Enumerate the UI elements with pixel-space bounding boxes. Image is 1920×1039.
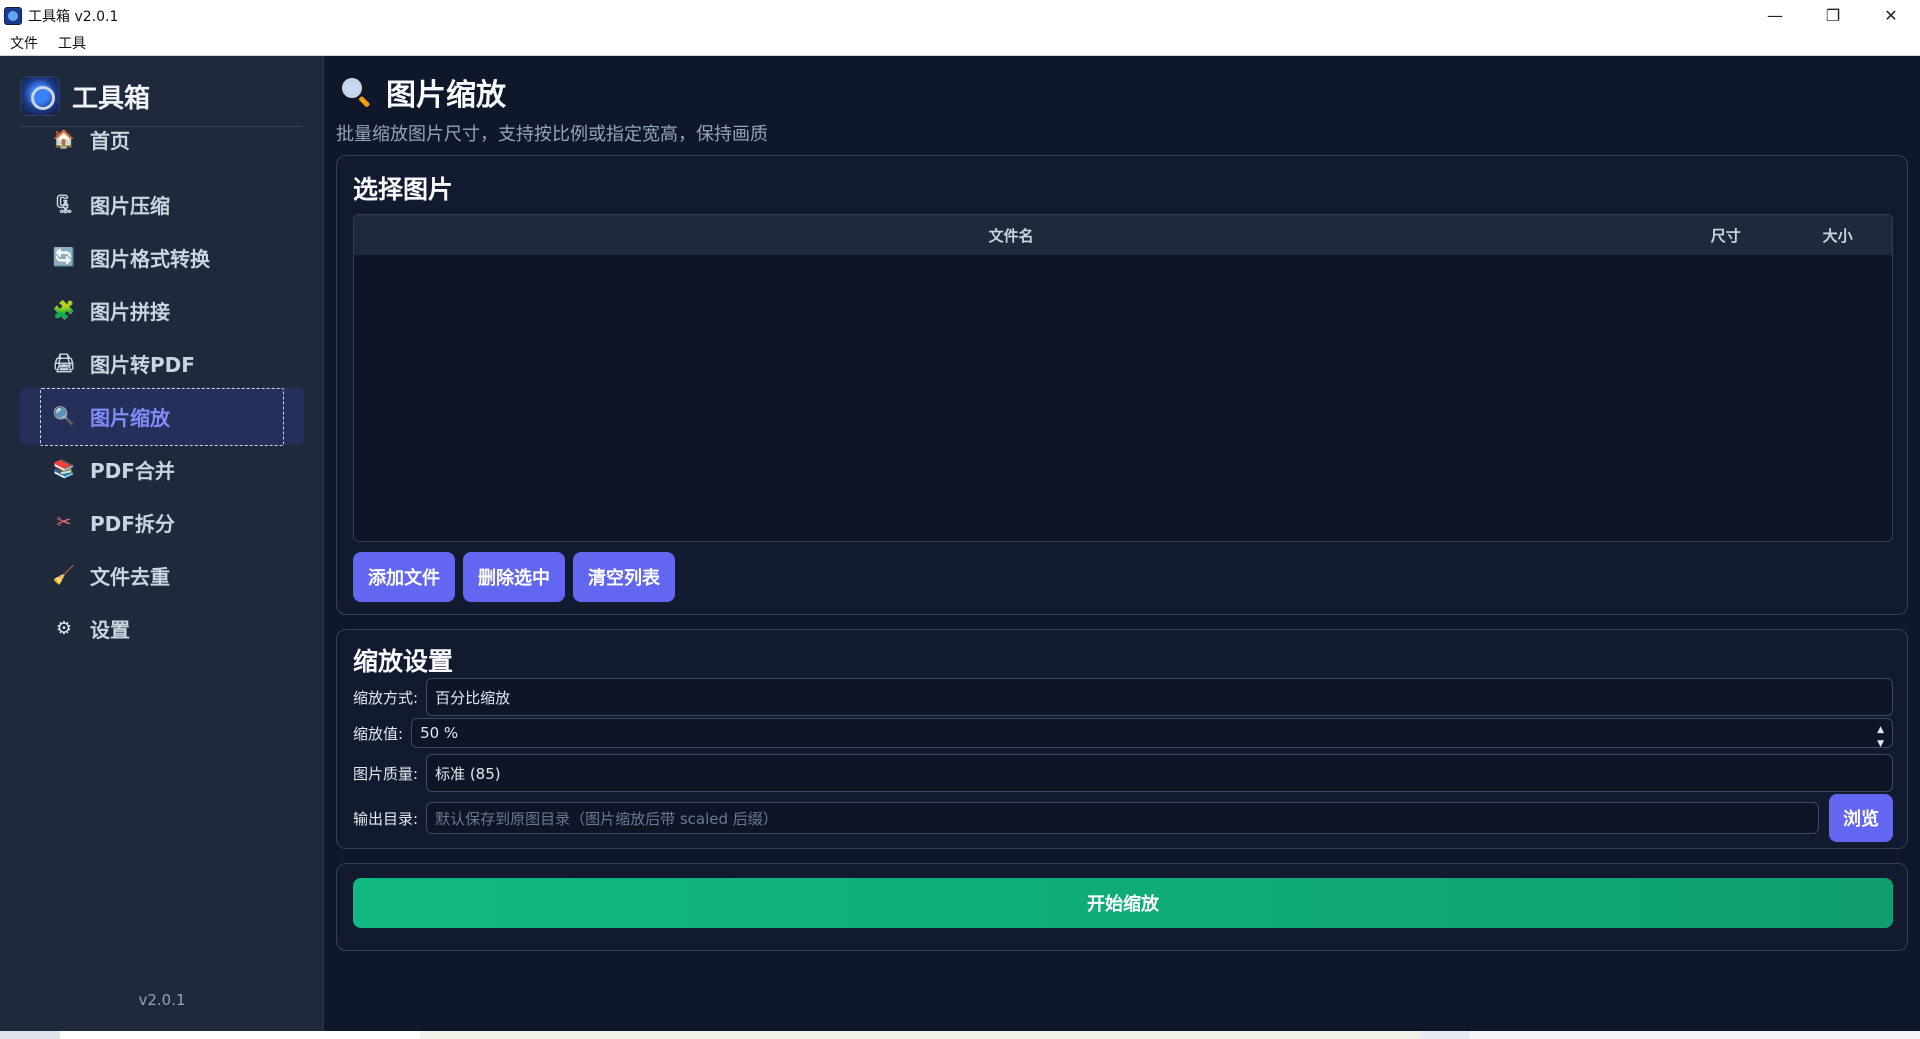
clear-list-button[interactable]: 清空列表	[573, 552, 675, 602]
sidebar-item-pdf-split[interactable]: ✂ PDF拆分	[20, 493, 304, 551]
sidebar-item-dedupe[interactable]: 🧹 文件去重	[20, 546, 304, 604]
quality-select[interactable]: 标准 (85)	[426, 754, 1893, 792]
add-files-button[interactable]: 添加文件	[353, 552, 455, 602]
sidebar-item-label: PDF拆分	[90, 511, 175, 536]
select-images-title: 选择图片	[353, 175, 454, 204]
restore-button[interactable]: ❐	[1804, 0, 1862, 31]
sidebar-item-label: 设置	[90, 617, 130, 642]
sidebar-item-image-to-pdf[interactable]: 🖨 图片转PDF	[20, 334, 304, 392]
resize-settings-title: 缩放设置	[353, 647, 454, 676]
brand-name: 工具箱	[72, 83, 151, 114]
printer-icon: 🖨	[52, 352, 76, 374]
output-dir-input[interactable]: 默认保存到原图目录（图片缩放后带 scaled 后缀）	[426, 802, 1819, 834]
table-body[interactable]	[354, 255, 1892, 541]
sidebar-item-home[interactable]: 🏠 首页	[20, 110, 304, 168]
output-label: 输出目录:	[353, 809, 419, 828]
menu-tools[interactable]: 工具	[48, 33, 96, 53]
file-table[interactable]: 文件名 尺寸 大小	[353, 214, 1893, 542]
table-header: 文件名 尺寸 大小	[354, 215, 1892, 255]
gear-icon: ⚙	[55, 617, 73, 639]
broom-icon: 🧹	[52, 564, 76, 586]
mode-row: 缩放方式: 百分比缩放	[353, 678, 1893, 716]
sidebar-item-image-resize[interactable]: 🔍 图片缩放	[20, 387, 304, 446]
sidebar-item-pdf-merge[interactable]: 📚 PDF合并	[20, 440, 304, 498]
window-title: 工具箱 v2.0.1	[28, 8, 119, 25]
close-button[interactable]: ✕	[1862, 0, 1920, 31]
scissors-icon: ✂	[56, 511, 72, 533]
output-row: 输出目录: 默认保存到原图目录（图片缩放后带 scaled 后缀） 浏览	[353, 794, 1893, 842]
taskbar-peek	[0, 1031, 1920, 1039]
browse-button[interactable]: 浏览	[1829, 794, 1893, 842]
sidebar-item-label: 图片格式转换	[90, 246, 210, 271]
sidebar-item-label: 文件去重	[90, 564, 170, 589]
sidebar-item-label: 图片转PDF	[90, 352, 195, 377]
page-title: 图片缩放	[340, 70, 506, 114]
select-images-card: 选择图片 文件名 尺寸 大小 添加文件 删除选中 清空列表	[336, 155, 1908, 615]
resize-settings-card: 缩放设置 缩放方式: 百分比缩放 缩放值: 50 % ▲ ▼ 图片质量: 标准 …	[336, 629, 1908, 849]
value-label: 缩放值:	[353, 724, 404, 743]
sidebar-item-image-compress[interactable]: 🗜 图片压缩	[20, 175, 304, 233]
start-card: 开始缩放	[336, 863, 1908, 951]
resize-value-spinbox[interactable]: 50 % ▲ ▼	[411, 718, 1893, 751]
sidebar-item-image-stitch[interactable]: 🧩 图片拼接	[20, 281, 304, 339]
value-row: 缩放值: 50 % ▲ ▼	[353, 718, 1893, 751]
main-content: 图片缩放 批量缩放图片尺寸，支持按比例或指定宽高，保持画质 选择图片 文件名 尺…	[324, 56, 1920, 1031]
spin-down-icon[interactable]: ▼	[1877, 737, 1884, 751]
title-bar: 工具箱 v2.0.1 — ❐ ✕	[0, 0, 1920, 31]
app-icon	[4, 6, 22, 25]
page-subtitle: 批量缩放图片尺寸，支持按比例或指定宽高，保持画质	[336, 124, 768, 145]
convert-icon: 🔄	[52, 246, 76, 268]
resize-mode-select[interactable]: 百分比缩放	[426, 678, 1893, 716]
puzzle-icon: 🧩	[52, 299, 76, 321]
quality-row: 图片质量: 标准 (85)	[353, 754, 1893, 792]
sidebar-item-label: PDF合并	[90, 458, 175, 483]
menu-bar: 文件 工具	[0, 31, 1920, 56]
column-header-dimensions[interactable]: 尺寸	[1668, 225, 1783, 246]
focus-ring	[40, 388, 284, 446]
window-controls: — ❐ ✕	[1746, 0, 1920, 31]
stack-icon: 📚	[52, 458, 76, 480]
spin-up-icon[interactable]: ▲	[1877, 723, 1884, 737]
spin-buttons: ▲ ▼	[1877, 723, 1884, 751]
mode-label: 缩放方式:	[353, 688, 419, 707]
resize-value-text: 50 %	[420, 724, 459, 742]
magnifier-icon	[340, 76, 372, 108]
quality-label: 图片质量:	[353, 764, 419, 783]
page-title-text: 图片缩放	[386, 78, 506, 113]
menu-file[interactable]: 文件	[0, 33, 48, 53]
clamp-icon: 🗜	[52, 193, 76, 215]
sidebar-item-label: 首页	[90, 128, 130, 153]
sidebar: 工具箱 🏠 首页 🗜 图片压缩 🔄 图片格式转换 🧩 图片拼接 🖨 图片转PDF…	[0, 56, 324, 1031]
sidebar-item-settings[interactable]: ⚙ 设置	[20, 599, 304, 657]
file-button-row: 添加文件 删除选中 清空列表	[353, 552, 675, 602]
version-label: v2.0.1	[138, 991, 186, 1009]
column-header-filename[interactable]: 文件名	[354, 225, 1668, 246]
remove-selected-button[interactable]: 删除选中	[463, 552, 565, 602]
column-header-filesize[interactable]: 大小	[1783, 225, 1892, 246]
home-icon: 🏠	[52, 128, 76, 150]
sidebar-item-image-convert[interactable]: 🔄 图片格式转换	[20, 228, 304, 286]
start-resize-button[interactable]: 开始缩放	[353, 878, 1893, 928]
sidebar-item-label: 图片压缩	[90, 193, 170, 218]
minimize-button[interactable]: —	[1746, 0, 1804, 31]
sidebar-item-label: 图片拼接	[90, 299, 170, 324]
